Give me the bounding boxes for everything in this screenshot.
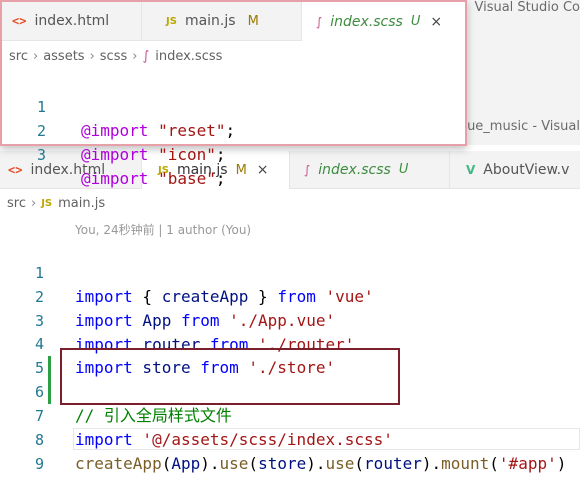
close-icon[interactable]: × bbox=[257, 162, 269, 178]
chevron-right-icon: › bbox=[32, 49, 39, 64]
tab-main-js[interactable]: JS main.js M bbox=[142, 2, 302, 40]
modified-badge: M bbox=[235, 162, 247, 178]
breadcrumb-item[interactable]: main.js bbox=[58, 196, 105, 211]
overlay-editor-window: <> index.html JS main.js M ∫ index.scss … bbox=[0, 0, 467, 188]
untracked-badge: U bbox=[410, 14, 421, 29]
modified-badge: M bbox=[247, 13, 259, 29]
untracked-badge: U bbox=[398, 162, 409, 177]
overlay-breadcrumb: src › assets › scss › ∫ index.scss bbox=[9, 49, 222, 64]
tab-label: AboutView.v bbox=[483, 161, 570, 178]
code-line: 2 @import "icon"; bbox=[2, 95, 462, 164]
tab-label: index.html bbox=[34, 13, 110, 29]
breadcrumb-item[interactable]: src bbox=[9, 49, 28, 64]
tab-index-scss[interactable]: ∫ index.scss U × bbox=[302, 2, 465, 41]
chevron-right-icon: › bbox=[132, 49, 138, 64]
code-line: 3 @import "base"; bbox=[2, 119, 462, 188]
codelens-blame[interactable]: You, 24秒钟前 | 1 author (You) bbox=[75, 221, 251, 238]
code-line: 2 import App from './App.vue' bbox=[0, 261, 580, 330]
breadcrumb: src › JS main.js bbox=[7, 196, 105, 211]
breadcrumb-item[interactable]: index.scss bbox=[155, 49, 222, 64]
js-file-icon: JS bbox=[166, 15, 177, 27]
breadcrumb-item[interactable]: assets bbox=[43, 49, 84, 64]
html-file-icon: <> bbox=[12, 14, 27, 28]
window-title-2: ue_music - Visual bbox=[467, 119, 580, 134]
vue-file-icon: V bbox=[466, 162, 476, 177]
chevron-right-icon: › bbox=[89, 49, 95, 64]
code-line: 3 import router from './router' bbox=[0, 285, 580, 354]
tab-index-scss[interactable]: ∫ index.scss U bbox=[290, 151, 450, 188]
breadcrumb-item[interactable]: scss bbox=[100, 49, 127, 64]
tab-label: main.js bbox=[184, 13, 236, 29]
close-icon[interactable]: × bbox=[430, 14, 442, 30]
chevron-right-icon: › bbox=[30, 196, 37, 211]
code-line: 4 import store from './store' bbox=[0, 308, 580, 377]
annotation-highlight-box bbox=[60, 348, 400, 405]
scss-file-icon: ∫ bbox=[142, 49, 150, 64]
tab-label: index.scss bbox=[318, 161, 391, 178]
tab-index-html[interactable]: <> index.html bbox=[2, 2, 142, 40]
code-line: 1 @import "reset"; bbox=[2, 71, 462, 140]
overlay-tab-bar: <> index.html JS main.js M ∫ index.scss … bbox=[2, 2, 465, 41]
line-number: 3 bbox=[36, 146, 46, 164]
tab-aboutview-vue[interactable]: V AboutView.v bbox=[450, 151, 580, 188]
code-line: 1 import { createApp } from 'vue' bbox=[0, 237, 580, 306]
window-title: Visual Studio Co bbox=[474, 0, 580, 15]
scss-file-icon: ∫ bbox=[304, 162, 311, 177]
tab-label: index.scss bbox=[330, 13, 403, 30]
line-number: 9 bbox=[34, 455, 44, 473]
code-line: 8 createApp(App).use(store).use(router).… bbox=[0, 404, 580, 473]
js-file-icon: JS bbox=[41, 198, 53, 209]
scss-file-icon: ∫ bbox=[316, 14, 323, 29]
code-line: 9 bbox=[0, 428, 580, 473]
